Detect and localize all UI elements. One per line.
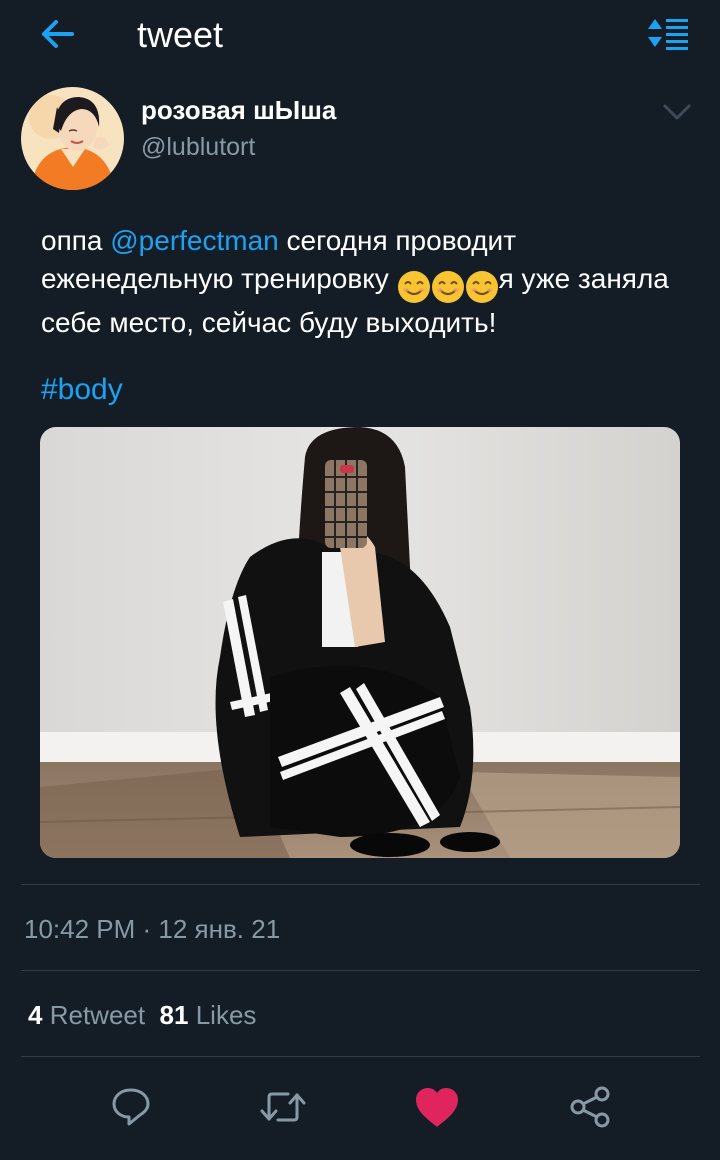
mention-link[interactable]: @perfectman — [110, 225, 279, 256]
share-icon — [570, 1086, 610, 1128]
more-options-button[interactable] — [658, 97, 696, 127]
retweet-button[interactable] — [258, 1082, 308, 1132]
author-handle[interactable]: @lublutort — [141, 131, 255, 163]
divider — [21, 970, 700, 971]
reply-button[interactable] — [106, 1082, 156, 1132]
smiling-face-emoji-icon — [465, 270, 498, 303]
likes-count: 81 — [159, 1000, 189, 1030]
retweet-count-link[interactable]: 4 Retweet — [28, 1000, 145, 1030]
tweet-stats: 4 Retweet 81 Likes — [28, 998, 256, 1032]
sort-button[interactable] — [644, 14, 692, 54]
retweet-label: Retweet — [49, 1000, 146, 1030]
tweet-timestamp: 10:42 PM · 12 янв. 21 — [24, 914, 281, 944]
hashtag-link[interactable]: #body — [41, 371, 123, 409]
heart-icon — [416, 1088, 458, 1127]
top-bar: tweet — [0, 0, 720, 72]
emoji-group: 😊😊😊 — [397, 266, 499, 304]
avatar-image — [21, 87, 124, 190]
share-button[interactable] — [565, 1082, 615, 1132]
likes-count-link[interactable]: 81 Likes — [160, 1000, 257, 1030]
divider — [21, 1056, 700, 1057]
tweet-photo[interactable] — [40, 427, 680, 858]
smiling-face-emoji-icon — [397, 270, 430, 303]
retweet-count: 4 — [28, 1000, 43, 1030]
retweet-icon — [260, 1092, 306, 1122]
reply-icon — [112, 1088, 150, 1126]
sort-icon — [648, 19, 688, 50]
photo-image — [40, 427, 680, 858]
smiling-face-emoji-icon — [431, 270, 464, 303]
author-name[interactable]: розовая шЫша — [141, 94, 336, 126]
back-button[interactable] — [34, 14, 82, 54]
arrow-left-icon — [42, 20, 74, 48]
tweet-text: оппа @perfectman сегодня проводит еженед… — [41, 222, 691, 342]
divider — [21, 884, 700, 885]
likes-label: Likes — [195, 1000, 257, 1030]
chevron-down-icon — [663, 104, 691, 120]
like-button[interactable] — [412, 1082, 462, 1132]
avatar[interactable] — [21, 87, 124, 190]
page-title: tweet — [137, 14, 224, 55]
tweet-text-start: оппа — [41, 225, 111, 256]
